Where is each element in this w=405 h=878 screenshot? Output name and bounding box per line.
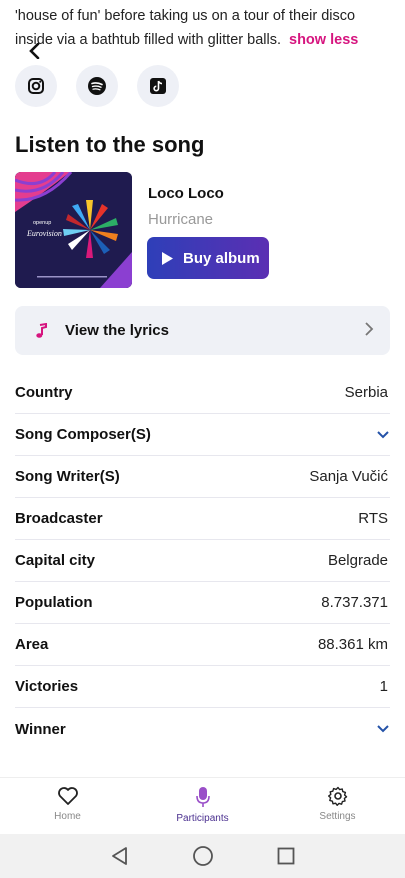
album-cover: openup Eurovision xyxy=(15,172,132,288)
fact-area: Area 88.361 km xyxy=(15,624,390,666)
tab-participants[interactable]: Participants xyxy=(135,778,270,834)
album-brand-text: openup xyxy=(33,220,51,226)
song-title: Loco Loco xyxy=(148,185,224,202)
fact-value: 8.737.371 xyxy=(321,594,388,611)
listen-section-title: Listen to the song xyxy=(15,132,205,157)
fact-key: Winner xyxy=(15,720,66,738)
tab-label: Home xyxy=(54,811,81,822)
chevron-down-icon xyxy=(377,725,389,733)
fact-value: Serbia xyxy=(344,384,388,401)
fact-key: Country xyxy=(15,384,73,401)
tab-label: Participants xyxy=(176,813,229,824)
bottom-tab-bar: Home Participants Settings xyxy=(0,777,405,834)
fact-value: Sanja Vučić xyxy=(309,468,388,485)
view-lyrics-label: View the lyrics xyxy=(65,322,169,339)
fact-winner[interactable]: Winner xyxy=(15,708,390,750)
back-button[interactable] xyxy=(22,38,48,64)
tab-home[interactable]: Home xyxy=(0,778,135,834)
chevron-right-icon xyxy=(365,322,374,336)
fact-key: Song Writer(S) xyxy=(15,468,120,485)
view-lyrics-button[interactable]: View the lyrics xyxy=(15,306,390,355)
recents-square-icon[interactable] xyxy=(276,846,296,866)
heart-icon xyxy=(57,787,78,805)
tab-settings[interactable]: Settings xyxy=(270,778,405,834)
fact-song-writer: Song Writer(S) Sanja Vučić xyxy=(15,456,390,498)
fact-broadcaster: Broadcaster RTS xyxy=(15,498,390,540)
album-event-text: Eurovision xyxy=(26,229,62,238)
fact-value: 1 xyxy=(379,678,388,695)
fact-value: RTS xyxy=(358,510,388,527)
fact-victories: Victories 1 xyxy=(15,666,390,708)
gear-icon xyxy=(327,786,347,806)
fact-key: Broadcaster xyxy=(15,510,103,527)
intro-text: 'house of fun' before taking us on a tou… xyxy=(15,4,395,52)
back-triangle-icon[interactable] xyxy=(110,846,130,866)
fact-key: Area xyxy=(15,636,49,653)
fact-song-composer[interactable]: Song Composer(S) xyxy=(15,414,390,456)
fact-value: 88.361 km xyxy=(317,636,388,653)
music-note-icon xyxy=(36,322,47,338)
tab-label: Settings xyxy=(319,811,356,822)
fact-key: Capital city xyxy=(15,552,96,569)
fact-population: Population 8.737.371 xyxy=(15,582,390,624)
fact-key: Song Composer(S) xyxy=(15,426,151,443)
buy-album-label: Buy album xyxy=(183,249,260,267)
system-navigation-bar xyxy=(0,834,405,878)
facts-list: Country Serbia Song Composer(S) Song Wri… xyxy=(15,372,390,750)
fact-key: Population xyxy=(15,594,93,611)
chevron-down-icon xyxy=(377,430,389,438)
fact-key: Victories xyxy=(15,678,79,695)
instagram-button[interactable] xyxy=(15,65,57,107)
fact-value: Belgrade xyxy=(327,552,388,569)
show-less-link[interactable]: show less xyxy=(289,32,358,48)
fact-country: Country Serbia xyxy=(15,372,390,414)
home-circle-icon[interactable] xyxy=(192,845,214,867)
tiktok-button[interactable] xyxy=(137,65,179,107)
chevron-left-icon xyxy=(29,43,40,59)
spotify-button[interactable] xyxy=(76,65,118,107)
buy-album-button[interactable]: Buy album xyxy=(147,237,269,279)
spotify-icon xyxy=(88,77,106,95)
tiktok-icon xyxy=(150,78,166,94)
fact-capital-city: Capital city Belgrade xyxy=(15,540,390,582)
social-links xyxy=(15,65,179,107)
instagram-icon xyxy=(28,78,44,94)
artist-name: Hurricane xyxy=(148,211,214,228)
microphone-icon xyxy=(195,787,210,807)
play-icon xyxy=(162,251,173,265)
